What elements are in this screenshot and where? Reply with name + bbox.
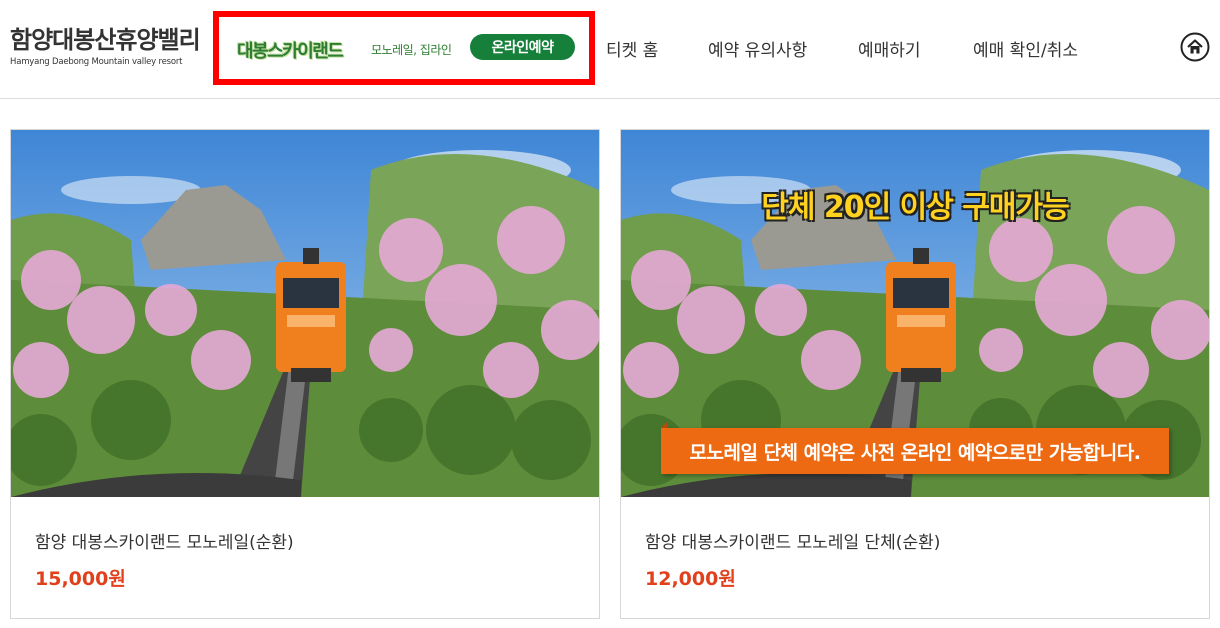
- product-image[interactable]: 단체 20인 이상 구매가능 모노레일 단체 예약은 사전 온라인 예약으로만 …: [621, 130, 1209, 497]
- product-price: 15,000원: [35, 568, 126, 590]
- site-logo[interactable]: 함양대봉산휴양밸리 Hamyang Daebong Mountain valle…: [10, 20, 210, 72]
- logo-subtitle: Hamyang Daebong Mountain valley resort: [10, 57, 183, 67]
- nav-ticket-home[interactable]: 티켓 홈: [606, 36, 658, 61]
- monorail-photo: [11, 130, 599, 497]
- nav-confirm-cancel[interactable]: 예매 확인/취소: [973, 36, 1078, 61]
- home-icon[interactable]: [1180, 32, 1210, 62]
- online-reservation-button[interactable]: 온라인예약: [470, 34, 575, 60]
- product-price: 12,000원: [645, 568, 736, 590]
- product-card[interactable]: 단체 20인 이상 구매가능 모노레일 단체 예약은 사전 온라인 예약으로만 …: [620, 129, 1210, 619]
- site-header: 함양대봉산휴양밸리 Hamyang Daebong Mountain valle…: [0, 0, 1220, 99]
- online-reservation-banner[interactable]: 대봉스카이랜드 모노레일, 집라인 온라인예약: [213, 11, 595, 85]
- product-title[interactable]: 함양 대봉스카이랜드 모노레일 단체(순환): [645, 528, 940, 553]
- group-reservation-notice: 모노레일 단체 예약은 사전 온라인 예약으로만 가능합니다.: [661, 422, 1169, 474]
- group-purchase-caption: 단체 20인 이상 구매가능: [761, 190, 1069, 225]
- product-image[interactable]: [11, 130, 599, 497]
- promo-name: 대봉스카이랜드: [237, 41, 344, 62]
- nav-book[interactable]: 예매하기: [858, 36, 921, 61]
- product-card[interactable]: 함양 대봉스카이랜드 모노레일(순환) 15,000원: [10, 129, 600, 619]
- nav-reservation-notes[interactable]: 예약 유의사항: [708, 36, 807, 61]
- product-title[interactable]: 함양 대봉스카이랜드 모노레일(순환): [35, 528, 294, 553]
- mountain-peak-icon: [10, 20, 11, 21]
- logo-title: 함양대봉산휴양밸리: [10, 26, 201, 54]
- promo-subtitle: 모노레일, 집라인: [371, 43, 452, 57]
